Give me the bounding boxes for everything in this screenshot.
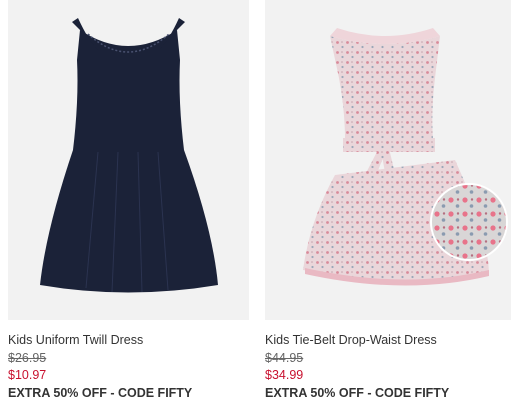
original-price: $26.95 bbox=[8, 351, 47, 365]
product-card[interactable]: Kids Uniform Twill Dress $26.95 $10.97 E… bbox=[8, 0, 249, 401]
promo-text: EXTRA 50% OFF - CODE FIFTY bbox=[265, 386, 450, 400]
product-card[interactable]: Kids Tie-Belt Drop-Waist Dress $44.95 $3… bbox=[265, 0, 511, 401]
product-title[interactable]: Kids Uniform Twill Dress bbox=[8, 332, 249, 348]
product-info: Kids Uniform Twill Dress $26.95 $10.97 E… bbox=[8, 332, 249, 401]
product-image-navy-dress[interactable] bbox=[8, 0, 249, 320]
product-grid: Kids Uniform Twill Dress $26.95 $10.97 E… bbox=[0, 0, 511, 406]
product-title[interactable]: Kids Tie-Belt Drop-Waist Dress bbox=[265, 332, 511, 348]
product-info: Kids Tie-Belt Drop-Waist Dress $44.95 $3… bbox=[265, 332, 511, 401]
product-image-floral-dress[interactable] bbox=[265, 0, 511, 320]
navy-dress-image bbox=[8, 0, 249, 320]
promo-text: EXTRA 50% OFF - CODE FIFTY bbox=[8, 386, 193, 400]
original-price: $44.95 bbox=[265, 351, 304, 365]
sale-price: $10.97 bbox=[8, 368, 47, 382]
floral-dress-image bbox=[265, 0, 511, 320]
sale-price: $34.99 bbox=[265, 368, 304, 382]
